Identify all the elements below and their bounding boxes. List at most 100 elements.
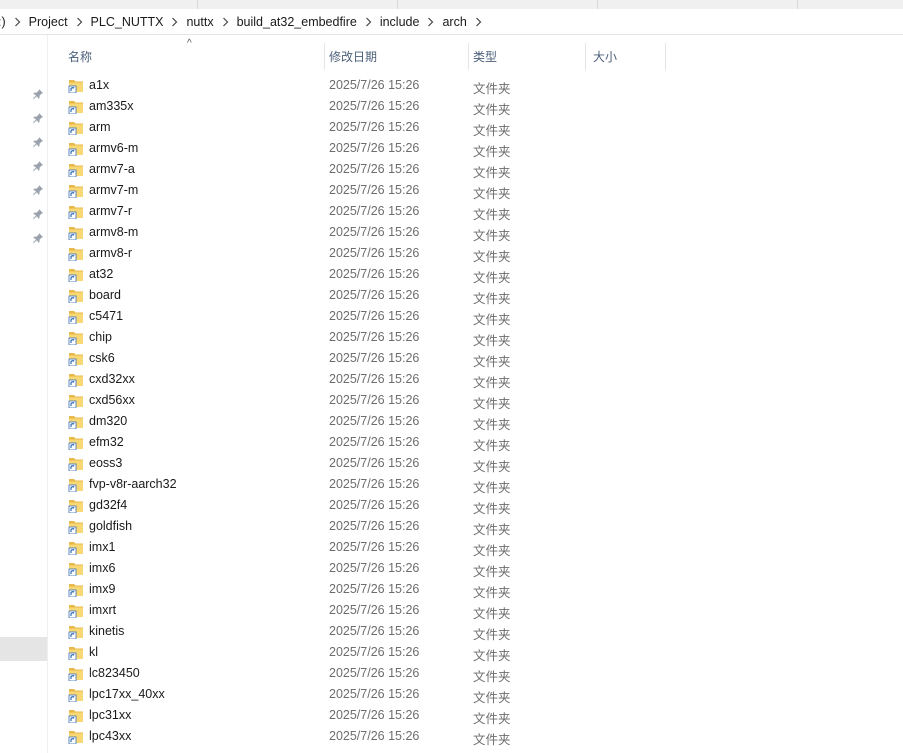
chevron-right-icon[interactable] (361, 17, 376, 27)
file-name[interactable]: lc823450 (89, 666, 140, 680)
file-modified-date: 2025/7/26 15:26 (329, 204, 420, 218)
file-name[interactable]: armv8-m (89, 225, 138, 239)
file-name[interactable]: csk6 (89, 351, 115, 365)
pin-icon[interactable] (32, 136, 44, 148)
file-row[interactable]: lpc31xx 2025/7/26 15:26 文件夹 (48, 705, 903, 726)
file-row[interactable]: armv7-r 2025/7/26 15:26 文件夹 (48, 201, 903, 222)
file-row[interactable]: arm 2025/7/26 15:26 文件夹 (48, 117, 903, 138)
file-row[interactable]: lpc43xx 2025/7/26 15:26 文件夹 (48, 726, 903, 747)
column-resize-handle[interactable] (665, 43, 666, 70)
file-name[interactable]: armv6-m (89, 141, 138, 155)
chevron-right-icon[interactable] (218, 17, 233, 27)
column-header-size[interactable]: 大小 (593, 43, 665, 69)
file-row[interactable]: efm32 2025/7/26 15:26 文件夹 (48, 432, 903, 453)
chevron-right-icon[interactable] (471, 17, 486, 27)
column-header-type[interactable]: 类型 (473, 43, 585, 69)
file-name[interactable]: c5471 (89, 309, 123, 323)
nav-selected-item[interactable] (0, 637, 47, 661)
file-name[interactable]: lpc31xx (89, 708, 131, 722)
file-name[interactable]: imxrt (89, 603, 116, 617)
file-name[interactable]: armv7-r (89, 204, 132, 218)
file-name[interactable]: a1x (89, 78, 109, 92)
pin-icon[interactable] (32, 88, 44, 100)
file-row[interactable]: gd32f4 2025/7/26 15:26 文件夹 (48, 495, 903, 516)
column-header-name[interactable]: 名称 (68, 43, 324, 69)
file-row[interactable]: imx6 2025/7/26 15:26 文件夹 (48, 558, 903, 579)
file-name[interactable]: cxd32xx (89, 372, 135, 386)
column-resize-handle[interactable] (324, 43, 325, 70)
file-row[interactable]: goldfish 2025/7/26 15:26 文件夹 (48, 516, 903, 537)
breadcrumb-include[interactable]: include (376, 15, 424, 29)
folder-shortcut-icon (68, 582, 84, 598)
file-row[interactable]: cxd32xx 2025/7/26 15:26 文件夹 (48, 369, 903, 390)
file-name[interactable]: kinetis (89, 624, 124, 638)
file-row[interactable]: am335x 2025/7/26 15:26 文件夹 (48, 96, 903, 117)
file-name[interactable]: gd32f4 (89, 498, 127, 512)
file-name[interactable]: lpc43xx (89, 729, 131, 743)
file-name[interactable]: kl (89, 645, 98, 659)
address-bar[interactable]: :) Project PLC_NUTTX nuttx build_at32_em… (0, 9, 903, 35)
file-name[interactable]: imx9 (89, 582, 115, 596)
file-row[interactable]: kl 2025/7/26 15:26 文件夹 (48, 642, 903, 663)
chevron-right-icon[interactable] (10, 17, 25, 27)
chevron-right-icon[interactable] (167, 17, 182, 27)
file-name[interactable]: dm320 (89, 414, 127, 428)
file-row[interactable]: kinetis 2025/7/26 15:26 文件夹 (48, 621, 903, 642)
file-name[interactable]: goldfish (89, 519, 132, 533)
file-row[interactable]: fvp-v8r-aarch32 2025/7/26 15:26 文件夹 (48, 474, 903, 495)
file-name[interactable]: imx6 (89, 561, 115, 575)
file-row[interactable]: csk6 2025/7/26 15:26 文件夹 (48, 348, 903, 369)
column-header-date[interactable]: 修改日期 (329, 43, 469, 69)
file-row[interactable]: dm320 2025/7/26 15:26 文件夹 (48, 411, 903, 432)
breadcrumb-project[interactable]: Project (25, 15, 72, 29)
file-name[interactable]: armv7-m (89, 183, 138, 197)
chevron-right-icon[interactable] (423, 17, 438, 27)
file-row[interactable]: imx9 2025/7/26 15:26 文件夹 (48, 579, 903, 600)
file-row[interactable]: lpc17xx_40xx 2025/7/26 15:26 文件夹 (48, 684, 903, 705)
file-row[interactable]: armv7-m 2025/7/26 15:26 文件夹 (48, 180, 903, 201)
strip-divider (197, 0, 198, 9)
file-row[interactable]: chip 2025/7/26 15:26 文件夹 (48, 327, 903, 348)
column-resize-handle[interactable] (585, 43, 586, 70)
breadcrumb-plc-nuttx[interactable]: PLC_NUTTX (87, 15, 168, 29)
pin-icon[interactable] (32, 184, 44, 196)
file-name[interactable]: at32 (89, 267, 113, 281)
file-name[interactable]: board (89, 288, 121, 302)
file-row[interactable]: armv7-a 2025/7/26 15:26 文件夹 (48, 159, 903, 180)
file-row[interactable]: imx1 2025/7/26 15:26 文件夹 (48, 537, 903, 558)
folder-shortcut-icon (68, 477, 84, 493)
chevron-right-icon[interactable] (72, 17, 87, 27)
file-row[interactable]: board 2025/7/26 15:26 文件夹 (48, 285, 903, 306)
file-row[interactable]: armv8-r 2025/7/26 15:26 文件夹 (48, 243, 903, 264)
breadcrumb-drive[interactable]: :) (0, 15, 10, 29)
file-name[interactable]: arm (89, 120, 111, 134)
file-row[interactable]: eoss3 2025/7/26 15:26 文件夹 (48, 453, 903, 474)
file-name[interactable]: armv8-r (89, 246, 132, 260)
file-row[interactable]: at32 2025/7/26 15:26 文件夹 (48, 264, 903, 285)
file-name[interactable]: lpc17xx_40xx (89, 687, 165, 701)
file-name[interactable]: am335x (89, 99, 133, 113)
file-name[interactable]: eoss3 (89, 456, 122, 470)
file-row[interactable]: cxd56xx 2025/7/26 15:26 文件夹 (48, 390, 903, 411)
file-row[interactable]: imxrt 2025/7/26 15:26 文件夹 (48, 600, 903, 621)
file-name[interactable]: armv7-a (89, 162, 135, 176)
breadcrumb-build[interactable]: build_at32_embedfire (233, 15, 361, 29)
file-name[interactable]: chip (89, 330, 112, 344)
file-row[interactable]: c5471 2025/7/26 15:26 文件夹 (48, 306, 903, 327)
file-row[interactable]: a1x 2025/7/26 15:26 文件夹 (48, 75, 903, 96)
file-name[interactable]: efm32 (89, 435, 124, 449)
pin-icon[interactable] (32, 208, 44, 220)
file-row[interactable]: armv6-m 2025/7/26 15:26 文件夹 (48, 138, 903, 159)
breadcrumb-nuttx[interactable]: nuttx (182, 15, 217, 29)
file-name[interactable]: fvp-v8r-aarch32 (89, 477, 177, 491)
file-name[interactable]: imx1 (89, 540, 115, 554)
breadcrumb-arch[interactable]: arch (438, 15, 470, 29)
file-name[interactable]: cxd56xx (89, 393, 135, 407)
column-resize-handle[interactable] (468, 43, 469, 70)
pin-icon[interactable] (32, 112, 44, 124)
file-type: 文件夹 (473, 670, 511, 684)
file-row[interactable]: lc823450 2025/7/26 15:26 文件夹 (48, 663, 903, 684)
pin-icon[interactable] (32, 232, 44, 244)
file-row[interactable]: armv8-m 2025/7/26 15:26 文件夹 (48, 222, 903, 243)
pin-icon[interactable] (32, 160, 44, 172)
